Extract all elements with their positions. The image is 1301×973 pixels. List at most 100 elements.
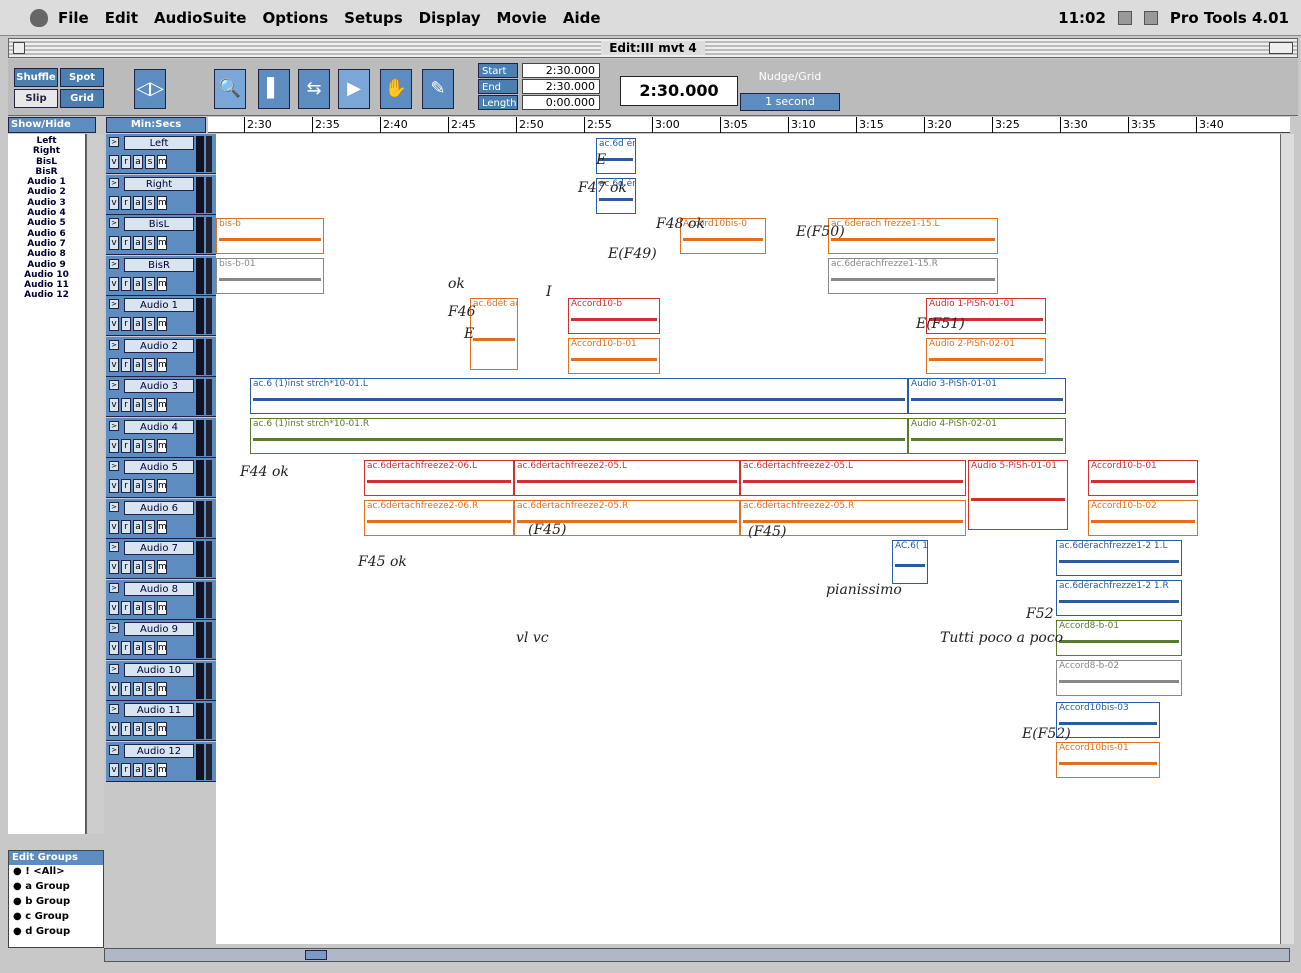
- nudge-grid-value[interactable]: 1 second: [740, 93, 840, 111]
- audio-region[interactable]: ac.6dérachfrezze1-2 1.L: [1056, 540, 1182, 576]
- v-button[interactable]: v: [109, 762, 119, 777]
- m-button[interactable]: m: [157, 155, 167, 169]
- menu-aide[interactable]: Aide: [563, 9, 601, 27]
- s-button[interactable]: s: [145, 519, 155, 534]
- expand-arrow-icon[interactable]: >: [109, 501, 119, 512]
- a-button[interactable]: a: [133, 317, 143, 331]
- s-button[interactable]: s: [145, 722, 155, 736]
- menu-edit[interactable]: Edit: [105, 9, 138, 27]
- audio-region[interactable]: Accord10bis-01: [1056, 742, 1160, 778]
- expand-arrow-icon[interactable]: >: [109, 137, 119, 147]
- s-button[interactable]: s: [145, 155, 155, 169]
- tracklist-item[interactable]: Audio 4: [8, 208, 85, 218]
- zoomer-tool-icon[interactable]: 🔍: [214, 69, 246, 109]
- s-button[interactable]: s: [145, 236, 155, 250]
- r-button[interactable]: r: [121, 600, 131, 615]
- track-name[interactable]: BisR: [124, 257, 194, 272]
- m-button[interactable]: m: [157, 722, 167, 736]
- shuffle-mode-button[interactable]: Shuffle: [14, 68, 58, 87]
- track-name[interactable]: Audio 2: [124, 338, 194, 353]
- a-button[interactable]: a: [133, 438, 143, 453]
- hand-tool-icon[interactable]: ✋: [380, 69, 412, 109]
- a-button[interactable]: a: [133, 560, 143, 574]
- expand-arrow-icon[interactable]: >: [109, 380, 119, 390]
- tracklist-item[interactable]: Audio 7: [8, 239, 85, 249]
- r-button[interactable]: r: [121, 276, 131, 291]
- audio-region[interactable]: Accord8-b-01: [1056, 620, 1182, 656]
- a-button[interactable]: a: [133, 519, 143, 534]
- application-menu[interactable]: Pro Tools 4.01: [1170, 9, 1289, 27]
- expand-arrow-icon[interactable]: >: [109, 258, 119, 269]
- pencil-tool-icon[interactable]: ✎: [422, 69, 454, 109]
- track-show-hide-list[interactable]: Left Right BisL BisR Audio 1 Audio 2 Audio 3 Au…: [8, 134, 86, 834]
- edit-group-item[interactable]: ● c Group: [9, 910, 103, 925]
- track-name[interactable]: Audio 4: [124, 419, 194, 434]
- track-name[interactable]: Audio 11: [124, 703, 194, 717]
- r-button[interactable]: r: [121, 762, 131, 777]
- audio-region[interactable]: ac.6dét achdop: [470, 298, 518, 370]
- expand-arrow-icon[interactable]: >: [109, 704, 119, 714]
- m-button[interactable]: m: [157, 236, 167, 250]
- r-button[interactable]: r: [121, 641, 131, 655]
- audio-region[interactable]: Accord10-b-01: [568, 338, 660, 374]
- s-button[interactable]: s: [145, 762, 155, 777]
- track-name[interactable]: Left: [124, 136, 194, 150]
- tracklist-item[interactable]: Audio 10: [8, 270, 85, 280]
- m-button[interactable]: m: [157, 762, 167, 777]
- r-button[interactable]: r: [121, 438, 131, 453]
- expand-arrow-icon[interactable]: >: [109, 744, 119, 755]
- r-button[interactable]: r: [121, 195, 131, 210]
- m-button[interactable]: m: [157, 398, 167, 412]
- zoom-box-icon[interactable]: [1269, 42, 1293, 54]
- a-button[interactable]: a: [133, 600, 143, 615]
- v-button[interactable]: v: [109, 519, 119, 534]
- expand-arrow-icon[interactable]: >: [109, 420, 119, 431]
- m-button[interactable]: m: [157, 681, 167, 696]
- audio-region[interactable]: AC.6( 10bis: [892, 540, 928, 584]
- audio-region[interactable]: Accord8-b-02: [1056, 660, 1182, 696]
- track-name[interactable]: Audio 3: [124, 379, 194, 393]
- expand-arrow-icon[interactable]: >: [109, 461, 119, 471]
- menu-setups[interactable]: Setups: [344, 9, 403, 27]
- m-button[interactable]: m: [157, 641, 167, 655]
- track-name[interactable]: Audio 12: [124, 743, 194, 758]
- grid-mode-button[interactable]: Grid: [60, 89, 104, 108]
- expand-arrow-icon[interactable]: >: [109, 218, 119, 228]
- a-button[interactable]: a: [133, 479, 143, 493]
- edit-group-item[interactable]: ● d Group: [9, 925, 103, 940]
- track-name[interactable]: BisL: [124, 217, 194, 231]
- m-button[interactable]: m: [157, 357, 167, 372]
- track-name[interactable]: Audio 7: [124, 541, 194, 555]
- a-button[interactable]: a: [133, 236, 143, 250]
- expand-arrow-icon[interactable]: >: [109, 582, 119, 593]
- apple-menu-icon[interactable]: [30, 8, 48, 27]
- edit-group-item[interactable]: ● ! <All>: [9, 865, 103, 880]
- m-button[interactable]: m: [157, 560, 167, 574]
- track-name[interactable]: Audio 8: [124, 581, 194, 596]
- a-button[interactable]: a: [133, 762, 143, 777]
- audio-region[interactable]: ac.6dérachfrezze1-2 1.R: [1056, 580, 1182, 616]
- end-field[interactable]: 2:30.000: [522, 79, 600, 94]
- vertical-scrollbar[interactable]: [1280, 134, 1294, 944]
- track-name[interactable]: Audio 9: [124, 622, 194, 636]
- tracklist-item[interactable]: Right: [8, 146, 85, 156]
- timebase-selector[interactable]: Min:Secs: [106, 117, 206, 133]
- s-button[interactable]: s: [145, 195, 155, 210]
- s-button[interactable]: s: [145, 398, 155, 412]
- v-button[interactable]: v: [109, 479, 119, 493]
- tracklist-item[interactable]: Audio 5: [8, 218, 85, 228]
- spot-mode-button[interactable]: Spot: [60, 68, 104, 87]
- slip-mode-button[interactable]: Slip: [14, 89, 58, 108]
- tracklist-item[interactable]: BisL: [8, 157, 85, 167]
- menu-movie[interactable]: Movie: [497, 9, 547, 27]
- v-button[interactable]: v: [109, 641, 119, 655]
- a-button[interactable]: a: [133, 681, 143, 696]
- status-icon[interactable]: [1143, 11, 1158, 25]
- r-button[interactable]: r: [121, 398, 131, 412]
- tracklist-item[interactable]: Audio 12: [8, 290, 85, 300]
- tracklist-item[interactable]: Audio 8: [8, 249, 85, 259]
- a-button[interactable]: a: [133, 641, 143, 655]
- a-button[interactable]: a: [133, 357, 143, 372]
- r-button[interactable]: r: [121, 722, 131, 736]
- window-title-bar[interactable]: Edit:III mvt 4: [8, 38, 1298, 58]
